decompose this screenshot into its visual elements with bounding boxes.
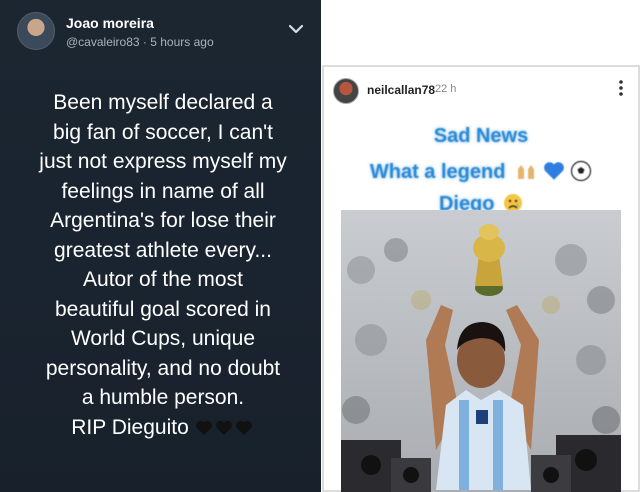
avatar[interactable] bbox=[17, 12, 55, 50]
left-story-card: Joao moreira @cavaleiro83 · 5 hours ago … bbox=[0, 0, 321, 492]
text-line: big fan of soccer, I can't bbox=[53, 120, 273, 144]
text-line: Autor of the most bbox=[83, 268, 243, 291]
soccer-ball-icon bbox=[571, 160, 592, 182]
black-heart-icon bbox=[235, 420, 252, 435]
timestamp: 22 h bbox=[435, 83, 457, 95]
text-line: World Cups, unique bbox=[70, 327, 256, 350]
text-line: beautiful goal scored in bbox=[55, 297, 271, 321]
text-line: personality, and no doubt bbox=[45, 356, 281, 380]
text-line: greatest athlete every... bbox=[54, 238, 272, 262]
black-heart-icon bbox=[215, 420, 232, 435]
blue-heart-icon bbox=[543, 162, 564, 180]
text-line: a humble person. bbox=[81, 386, 245, 409]
right-story-card: neilcallan78 22 h Sad News What a legend… bbox=[322, 65, 640, 492]
username[interactable]: Joao moreira bbox=[66, 15, 154, 31]
more-vertical-icon[interactable] bbox=[617, 78, 625, 98]
text-line: just not express myself my bbox=[39, 150, 287, 173]
timestamp: 5 hours ago bbox=[150, 35, 214, 49]
overlay-text-line: Sad News bbox=[433, 125, 529, 147]
avatar[interactable] bbox=[333, 78, 359, 104]
chevron-down-icon[interactable] bbox=[287, 22, 305, 36]
username[interactable]: neilcallan78 bbox=[367, 83, 435, 97]
overlay-text-line: What a legend bbox=[322, 160, 640, 184]
handle-and-time: @cavaleiro83 · 5 hours ago bbox=[66, 35, 214, 49]
overlay-text: What a legend bbox=[369, 161, 506, 183]
text-line-last: RIP Dieguito bbox=[14, 413, 312, 445]
handle[interactable]: @cavaleiro83 bbox=[66, 35, 140, 49]
black-heart-icon bbox=[195, 420, 212, 435]
hearts bbox=[195, 415, 255, 445]
text-line: feelings in name of all bbox=[61, 179, 265, 203]
text-line: Been myself declared a bbox=[53, 91, 273, 114]
post-text: Been myself declared a big fan of soccer… bbox=[14, 88, 312, 444]
text-line: Argentina's for lose their bbox=[50, 209, 276, 232]
rip-text: RIP Dieguito bbox=[71, 415, 189, 439]
separator: · bbox=[139, 35, 151, 49]
maradona-trophy-photo bbox=[341, 210, 621, 492]
raising-hands-icon bbox=[518, 165, 534, 179]
